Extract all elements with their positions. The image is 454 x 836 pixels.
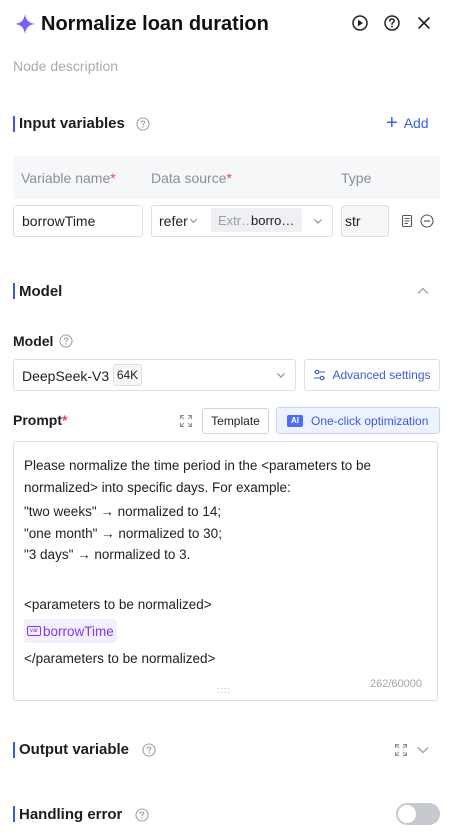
node-title[interactable]: Normalize loan duration (41, 11, 269, 37)
variable-type-value: str (345, 213, 361, 229)
source-variable-name: borro… (251, 213, 295, 228)
remove-icon[interactable] (420, 214, 434, 228)
section-accent-bar (13, 806, 15, 822)
plus-icon: + (386, 112, 398, 134)
chevron-up-icon[interactable] (416, 284, 430, 298)
handling-error-toggle[interactable] (396, 803, 440, 825)
chevron-down-icon[interactable] (313, 216, 323, 226)
sliders-icon (314, 369, 326, 381)
prompt-line: "one month" → normalized to 30; (24, 526, 222, 541)
context-window-badge: 64K (113, 364, 142, 386)
prompt-variable-chip[interactable]: var borrowTime (24, 619, 117, 643)
template-button[interactable]: Template (202, 408, 269, 434)
prompt-line: <parameters to be normalized> (24, 597, 212, 612)
sparkle-icon (14, 13, 36, 35)
column-header-name: Variable name* (21, 170, 116, 186)
column-header-source: Data source* (151, 170, 232, 186)
optimize-label: One-click optimization (311, 413, 429, 428)
section-title-output-variable: Output variable (19, 741, 130, 758)
chevron-down-icon (277, 373, 285, 378)
variable-icon: var (27, 626, 41, 636)
close-icon[interactable] (415, 14, 433, 32)
model-name: DeepSeek-V3 (22, 368, 110, 384)
prompt-line: normalized> into specific days. For exam… (24, 480, 291, 495)
help-icon[interactable] (59, 334, 73, 348)
advanced-settings-button[interactable]: Advanced settings (304, 359, 440, 391)
source-mode-select[interactable]: refer (159, 213, 188, 229)
prompt-label: Prompt* (13, 412, 68, 428)
add-variable-label: Add (403, 115, 429, 131)
prompt-line: "3 days" → normalized to 3. (24, 547, 191, 562)
one-click-optimization-button[interactable]: AI One-click optimization (276, 407, 440, 434)
advanced-settings-label: Advanced settings (332, 368, 431, 382)
add-variable-button[interactable]: + Add (386, 112, 429, 134)
section-accent-bar (13, 283, 15, 299)
character-count: 262/60000 (370, 678, 422, 690)
model-label: Model (13, 333, 54, 349)
prompt-line: Please normalize the time period in the … (24, 458, 372, 473)
chevron-down-icon (189, 218, 198, 224)
help-icon[interactable] (142, 743, 156, 757)
source-node-name: Extr… (218, 213, 255, 228)
resize-handle[interactable]: :::: (217, 685, 231, 695)
help-icon[interactable] (136, 117, 150, 131)
ai-icon: AI (287, 414, 303, 427)
run-icon[interactable] (351, 14, 369, 32)
section-title-handling-error: Handling error (19, 806, 123, 823)
help-icon[interactable] (383, 14, 401, 32)
section-title-model: Model (19, 283, 63, 300)
toggle-knob (398, 805, 416, 823)
column-header-type: Type (341, 170, 372, 186)
prompt-variable-name: borrowTime (43, 623, 114, 639)
expand-icon[interactable] (179, 414, 193, 428)
help-icon[interactable] (135, 808, 149, 822)
prompt-line: </parameters to be normalized> (24, 651, 216, 666)
expand-icon[interactable] (394, 743, 408, 757)
variable-name-value: borrowTime (22, 213, 96, 229)
node-description-input[interactable]: Node description (13, 58, 118, 74)
section-accent-bar (13, 116, 15, 132)
prompt-line: "two weeks" → normalized to 14; (24, 504, 222, 519)
description-icon[interactable] (400, 214, 414, 228)
chevron-down-icon[interactable] (416, 743, 430, 757)
section-accent-bar (13, 742, 15, 758)
section-title-input-variables: Input variables (19, 115, 125, 132)
